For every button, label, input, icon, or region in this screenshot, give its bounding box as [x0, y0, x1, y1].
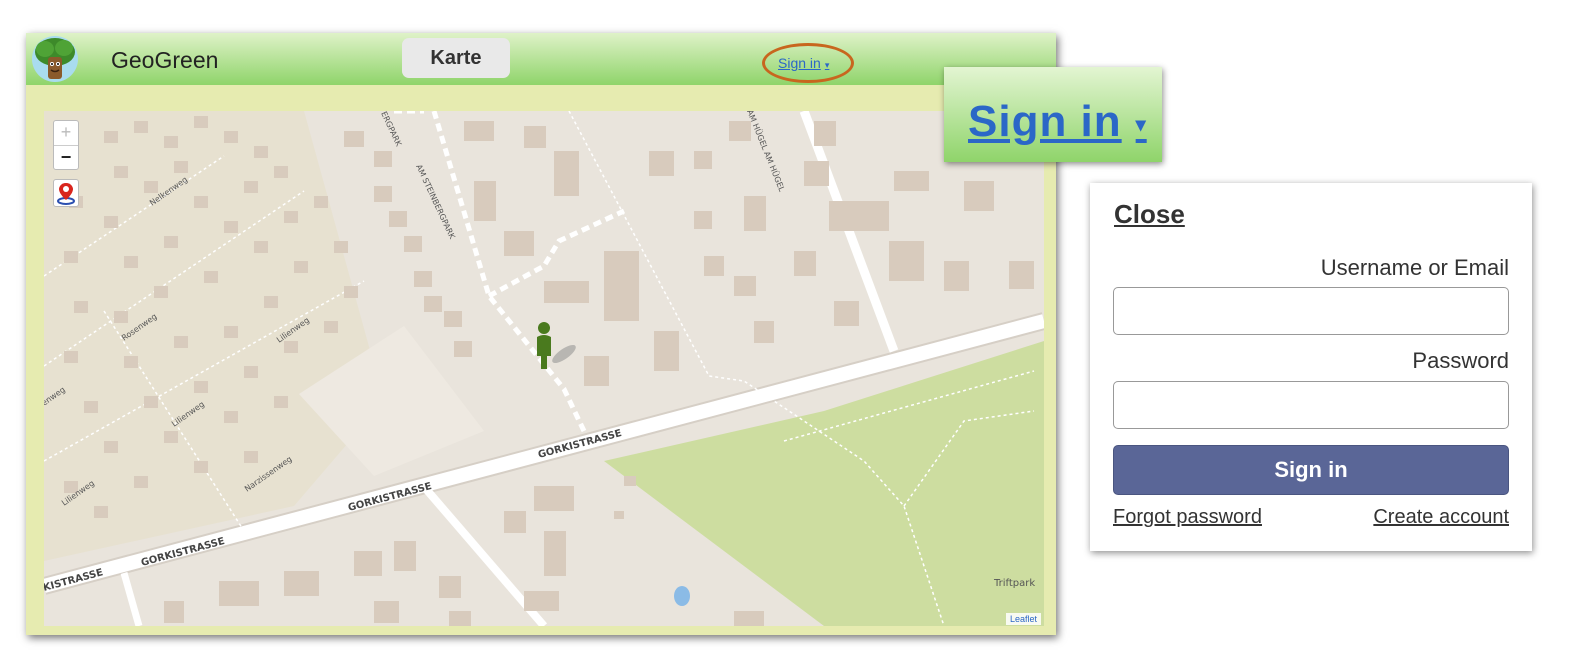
signin-zoom-callout: Sign in ▾ [944, 67, 1162, 162]
map-label-triftpark: Triftpark [993, 578, 1035, 589]
username-label: Username or Email [1320, 255, 1509, 280]
username-field[interactable] [1113, 287, 1509, 335]
location-pin-icon [57, 183, 75, 205]
app-title: GeoGreen [111, 47, 219, 73]
zoom-in-button[interactable]: + [54, 121, 78, 146]
forgot-password-link[interactable]: Forgot password [1113, 506, 1262, 529]
top-bar: GeoGreen Karte Sign in ▾ [26, 33, 1056, 85]
map-tiles: GORKISTRASSE GORKISTRASSE GORKISTRASSE K… [44, 111, 1044, 626]
street-label-steinbergpark: ERGPARK [379, 111, 403, 148]
locate-button[interactable] [53, 179, 79, 207]
map-view[interactable]: GORKISTRASSE GORKISTRASSE GORKISTRASSE K… [44, 111, 1044, 626]
signin-callout-label: Sign in [968, 97, 1122, 146]
create-account-link[interactable]: Create account [1373, 506, 1509, 529]
tab-karte[interactable]: Karte [402, 38, 510, 78]
tree-logo-icon[interactable] [30, 35, 80, 83]
signin-button[interactable]: Sign in [1113, 445, 1509, 495]
highlight-oval [762, 43, 854, 83]
pond [674, 586, 690, 606]
password-label: Password [1412, 348, 1509, 373]
zoom-control: + − [53, 120, 79, 170]
password-field[interactable] [1113, 381, 1509, 429]
app-window: GeoGreen Karte Sign in ▾ GORKISTRASSE GO… [26, 33, 1056, 635]
street-label-am-hugel: AM HÜGEL AM HÜGEL [745, 111, 787, 193]
close-link[interactable]: Close [1114, 199, 1185, 230]
zoom-out-button[interactable]: − [54, 146, 78, 170]
signin-panel: Close Username or Email Password Sign in… [1090, 183, 1532, 551]
caret-down-icon: ▾ [1135, 113, 1147, 136]
leaflet-attribution-link[interactable]: Leaflet [1005, 613, 1041, 625]
signin-callout-link: Sign in ▾ [968, 97, 1147, 147]
person-marker-icon[interactable] [537, 322, 578, 369]
